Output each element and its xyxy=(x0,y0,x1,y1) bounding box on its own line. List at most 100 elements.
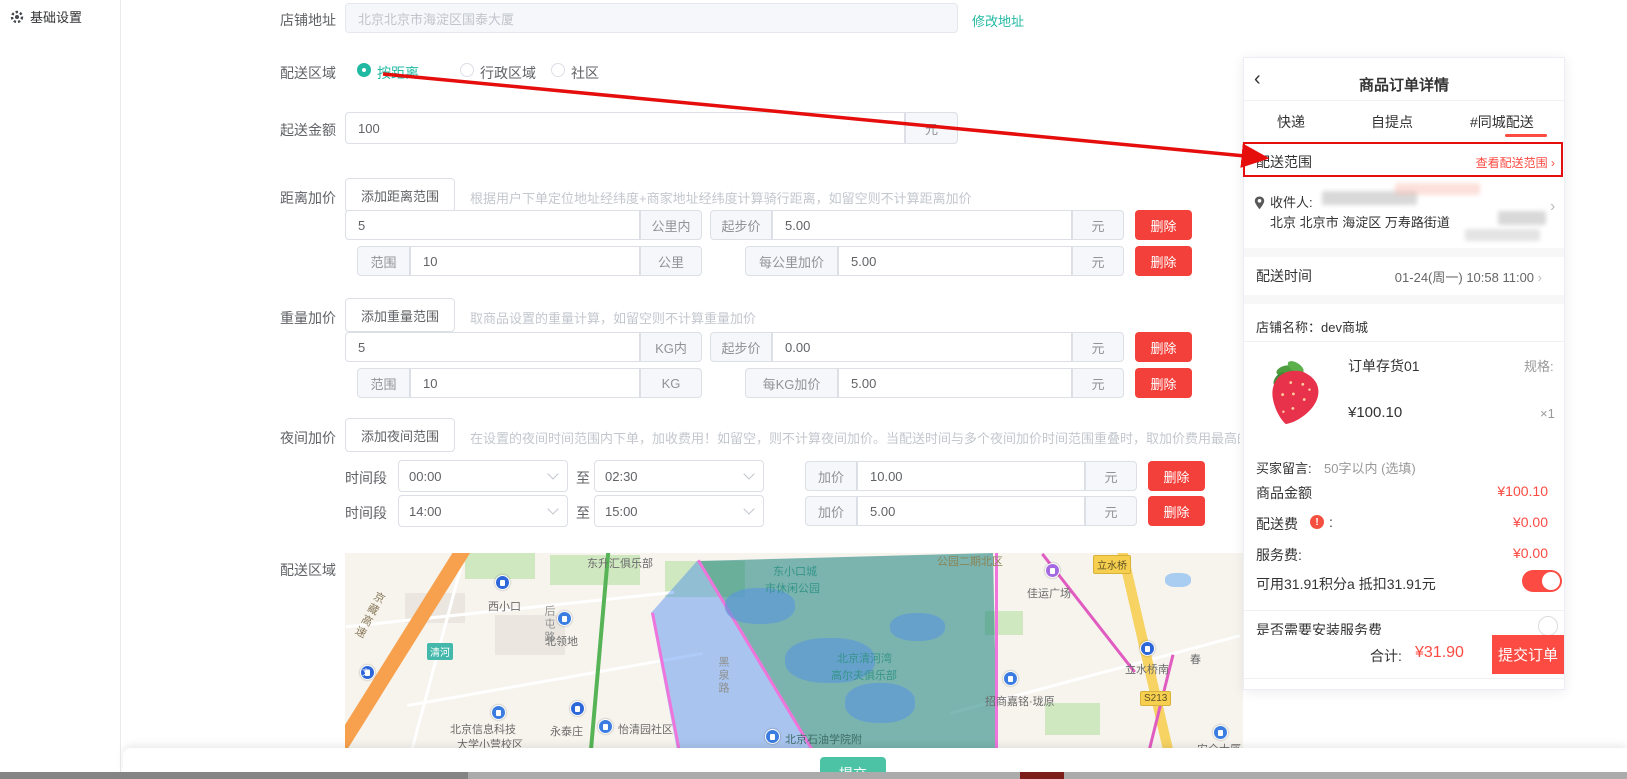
map-label: 西小口 xyxy=(488,598,521,614)
delete-distance-row-button[interactable]: 删除 xyxy=(1135,210,1192,240)
night-to-value: 02:30 xyxy=(605,469,638,484)
distance-fee-hint: 根据用户下单定位地址经纬度+商家地址经纬度计算骑行距离，如留空则不计算距离加价 xyxy=(470,188,1110,207)
distance-range-input[interactable] xyxy=(345,210,640,240)
radio-admin-region-label[interactable]: 行政区域 xyxy=(480,63,536,83)
tab-city-delivery[interactable]: #同城配送 xyxy=(1470,112,1534,132)
delivery-settings-page: 基础设置 店铺地址 修改地址 配送区域 按距离 行政区域 社区 起送金额 元 距… xyxy=(0,0,1627,779)
min-amount-input[interactable] xyxy=(345,112,905,144)
delivery-range-label: 配送范围 xyxy=(1256,152,1312,172)
map-label: 招商嘉铭·珑原 xyxy=(985,693,1055,709)
delivery-time-label: 配送时间 xyxy=(1256,266,1312,286)
section-gap xyxy=(1244,295,1564,304)
metro-station-icon xyxy=(495,575,510,590)
view-delivery-range-link[interactable]: 查看配送范围 › xyxy=(1420,154,1555,171)
delivery-time-value[interactable]: 01-24(周一) 10:58 11:00 › xyxy=(1330,267,1542,286)
school-icon xyxy=(491,705,506,720)
add-weight-range-button[interactable]: 添加重量范围 xyxy=(345,298,455,332)
per-km-price-input[interactable] xyxy=(838,246,1072,276)
info-icon[interactable]: ! xyxy=(1310,515,1324,529)
product-name: 订单存货01 xyxy=(1348,356,1420,376)
edit-address-link[interactable]: 修改地址 xyxy=(972,11,1024,30)
night-price-input2[interactable] xyxy=(857,496,1085,526)
radio-admin-region[interactable] xyxy=(460,63,474,77)
store-address-input[interactable] xyxy=(345,3,958,33)
install-service-toggle[interactable] xyxy=(1538,616,1558,636)
goods-amount-value: ¥100.10 xyxy=(1440,483,1548,499)
metro-station-icon xyxy=(1140,641,1155,656)
points-toggle[interactable] xyxy=(1522,570,1562,592)
add-distance-range-button[interactable]: 添加距离范围 xyxy=(345,178,455,212)
store-name: 店铺名称：dev商城 xyxy=(1256,317,1368,336)
delivery-fee-value: ¥0.00 xyxy=(1440,514,1548,530)
delete-weight-row-button[interactable]: 删除 xyxy=(1135,332,1192,362)
tab-pickup[interactable]: 自提点 xyxy=(1371,112,1413,132)
chevron-right-icon: › xyxy=(1551,156,1555,170)
tab-express[interactable]: 快递 xyxy=(1277,112,1305,132)
add-night-range-button[interactable]: 添加夜间范围 xyxy=(345,418,455,452)
chevron-right-icon[interactable]: › xyxy=(1550,198,1555,216)
radio-community[interactable] xyxy=(551,63,565,77)
weight-range-input[interactable] xyxy=(345,332,640,362)
recipient-address: 北京 北京市 海淀区 万寿路街道 xyxy=(1270,212,1450,231)
delete-weight-row2-button[interactable]: 删除 xyxy=(1135,368,1192,398)
weight-range2-input[interactable] xyxy=(410,368,640,398)
map-label: 佳运广场 xyxy=(1027,585,1071,601)
distance-range-unit: 公里内 xyxy=(640,210,702,240)
night-fee-hint: 在设置的夜间时间范围内下单，加收费用！如留空，则不计算夜间加价。当配送时间与多个… xyxy=(470,428,1240,447)
base-price-unit: 元 xyxy=(1072,210,1124,240)
divider xyxy=(1243,610,1565,611)
weight-fee-hint: 取商品设置的重量计算，如留空则不计算重量加价 xyxy=(470,308,1110,327)
map-label: 京藏高速 xyxy=(350,588,389,641)
night-from-select2[interactable]: 14:00 xyxy=(398,495,568,527)
night-from-select[interactable]: 00:00 xyxy=(398,460,568,492)
per-kg-price-input[interactable] xyxy=(838,368,1072,398)
night-to-select2[interactable]: 15:00 xyxy=(594,495,764,527)
distance-range2-input[interactable] xyxy=(410,246,640,276)
radio-by-distance-label[interactable]: 按距离 xyxy=(377,63,419,83)
chevron-right-icon: › xyxy=(1538,270,1542,285)
min-amount-label: 起送金额 xyxy=(280,120,336,140)
building-icon xyxy=(1003,671,1018,686)
map-label: 高尔夫俱乐部 xyxy=(831,667,897,683)
delivery-area-map[interactable]: 东升汇俱乐部 公园二期北区 立水桥 东小口城 市休闲公园 西小口 佳运广场 北领… xyxy=(345,553,1243,750)
map-label: 东升汇俱乐部 xyxy=(587,555,653,571)
delivery-area-label: 配送区域 xyxy=(280,63,336,83)
section-gap xyxy=(1244,248,1564,257)
product-spec: 规格: xyxy=(1524,356,1554,375)
map-label: 北京石油学院附 xyxy=(785,731,862,747)
divider xyxy=(1243,100,1565,101)
min-amount-unit: 元 xyxy=(905,112,958,144)
gear-icon xyxy=(10,10,24,24)
chevron-down-icon xyxy=(743,503,754,514)
night-to-value2: 15:00 xyxy=(605,504,638,519)
delete-night-row-button[interactable]: 删除 xyxy=(1148,461,1205,491)
to-label2: 至 xyxy=(576,503,590,523)
delivery-fee-colon: : xyxy=(1329,514,1333,530)
store-address-label: 店铺地址 xyxy=(280,10,336,30)
delete-distance-row2-button[interactable]: 删除 xyxy=(1135,246,1192,276)
map-label: 永泰庄 xyxy=(550,723,583,739)
base-price-prefix: 起步价 xyxy=(710,210,772,240)
sidebar-item-label: 基础设置 xyxy=(30,7,82,26)
sidebar-item-basic-settings[interactable]: 基础设置 xyxy=(10,7,82,26)
building-icon xyxy=(1213,725,1228,740)
night-price-input[interactable] xyxy=(857,461,1085,491)
radio-community-label[interactable]: 社区 xyxy=(571,63,599,83)
radio-by-distance[interactable] xyxy=(357,63,371,77)
submit-order-button[interactable]: 提交订单 xyxy=(1492,635,1564,674)
weight-range2-unit: KG xyxy=(640,368,702,398)
divider xyxy=(1243,678,1565,679)
weight-base-price-input[interactable] xyxy=(772,332,1072,362)
distance-fee-label: 距离加价 xyxy=(280,188,336,208)
delete-night-row2-button[interactable]: 删除 xyxy=(1148,496,1205,526)
points-deduction-label: 可用31.91积分a 抵扣31.91元 xyxy=(1256,574,1436,594)
weight-range-unit: KG内 xyxy=(640,332,702,362)
scrollbar-thumb[interactable] xyxy=(0,772,468,779)
service-fee-value: ¥0.00 xyxy=(1440,545,1548,561)
base-price-input[interactable] xyxy=(772,210,1072,240)
goods-amount-label: 商品金额 xyxy=(1256,483,1312,503)
buyer-remark-input[interactable]: 50字以内 (选填) xyxy=(1324,458,1416,477)
night-to-select[interactable]: 02:30 xyxy=(594,460,764,492)
total-label: 合计: xyxy=(1370,646,1402,666)
chevron-down-icon xyxy=(547,503,558,514)
